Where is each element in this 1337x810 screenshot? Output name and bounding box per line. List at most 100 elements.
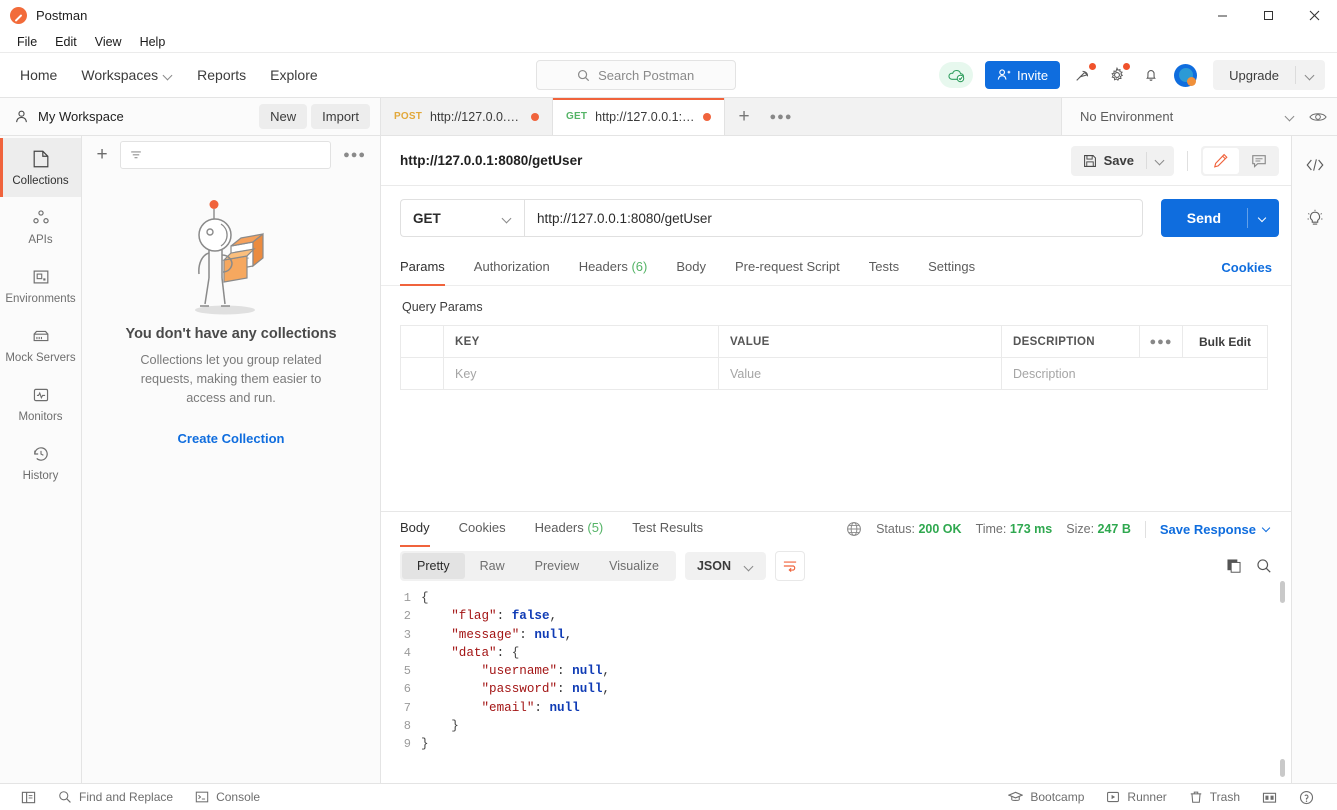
upgrade-chevron-down-icon[interactable] (1296, 60, 1325, 90)
save-response-button[interactable]: Save Response (1160, 522, 1272, 537)
response-tab-body[interactable]: Body (400, 510, 430, 547)
environment-chevron-down-icon[interactable] (1286, 108, 1309, 126)
nav-home[interactable]: Home (8, 61, 69, 89)
save-chevron-down-icon[interactable] (1147, 146, 1174, 176)
close-icon[interactable] (1291, 0, 1337, 31)
query-params-label: Query Params (402, 300, 483, 314)
new-tab-plus-icon[interactable]: + (725, 98, 763, 135)
trash-icon (1189, 790, 1203, 804)
format-preview[interactable]: Preview (520, 553, 594, 579)
tab-options-ellipsis-icon[interactable]: ●●● (763, 98, 799, 135)
menu-view[interactable]: View (86, 33, 131, 51)
language-select[interactable]: JSON (684, 552, 766, 580)
tab-tests[interactable]: Tests (869, 249, 899, 285)
sidebar-item-history[interactable]: History (0, 433, 81, 492)
top-nav: Home Workspaces Reports Explore Search P… (0, 53, 1337, 98)
import-button[interactable]: Import (311, 104, 370, 129)
bulk-edit-button[interactable]: Bulk Edit (1183, 326, 1267, 357)
save-button[interactable]: Save (1071, 146, 1146, 176)
tab-pre-request-script[interactable]: Pre-request Script (735, 249, 840, 285)
select-all-checkbox-cell[interactable] (401, 326, 444, 357)
code-icon[interactable] (1302, 152, 1328, 178)
maximize-icon[interactable] (1245, 0, 1291, 31)
menu-help[interactable]: Help (131, 33, 175, 51)
format-visualize[interactable]: Visualize (594, 553, 674, 579)
layout-icon[interactable] (1251, 791, 1288, 804)
send-chevron-down-icon[interactable] (1248, 199, 1279, 237)
sidebar-item-environments[interactable]: Environments (0, 256, 81, 315)
create-collection-link[interactable]: Create Collection (178, 431, 285, 446)
minimize-icon[interactable] (1199, 0, 1245, 31)
bell-icon[interactable] (1140, 64, 1162, 86)
filter-input[interactable] (120, 141, 332, 169)
send-button[interactable]: Send (1161, 199, 1247, 237)
pencil-icon[interactable] (1203, 147, 1239, 174)
eye-icon[interactable] (1309, 110, 1327, 124)
nav-workspaces[interactable]: Workspaces (69, 61, 185, 89)
cookies-link[interactable]: Cookies (1221, 260, 1272, 275)
menu-edit[interactable]: Edit (46, 33, 86, 51)
runner-button[interactable]: Runner (1095, 790, 1177, 804)
request-tab-get[interactable]: GET http://127.0.0.1:80... (553, 98, 725, 135)
tab-headers[interactable]: Headers (6) (579, 249, 648, 285)
globe-icon[interactable] (846, 521, 862, 537)
format-raw[interactable]: Raw (465, 553, 520, 579)
tab-settings[interactable]: Settings (928, 249, 975, 285)
console-button[interactable]: Console (184, 790, 271, 804)
scrollbar-thumb-top[interactable] (1280, 581, 1285, 603)
response-tab-headers[interactable]: Headers (5) (535, 510, 604, 546)
sidebar-item-collections[interactable]: Collections (0, 138, 81, 197)
response-tools (1226, 558, 1272, 574)
divider (1187, 150, 1188, 171)
description-input[interactable]: Description (1002, 358, 1267, 389)
row-checkbox-cell[interactable] (401, 358, 444, 389)
cloud-sync-icon[interactable] (939, 62, 974, 88)
copy-icon[interactable] (1226, 558, 1242, 574)
time-badge: Time: 173 ms (976, 522, 1053, 536)
sidebar-item-apis[interactable]: APIs (0, 197, 81, 256)
trash-button[interactable]: Trash (1178, 790, 1251, 804)
tab-params[interactable]: Params (400, 249, 445, 286)
gear-icon[interactable] (1106, 63, 1131, 86)
satellite-icon[interactable] (1072, 63, 1097, 86)
help-icon[interactable] (1288, 790, 1325, 805)
nav-reports[interactable]: Reports (185, 61, 258, 89)
avatar[interactable] (1174, 63, 1198, 87)
environment-selector[interactable]: No Environment (1061, 98, 1337, 135)
request-tab-post[interactable]: POST http://127.0.0.1:8... (381, 98, 553, 135)
word-wrap-icon[interactable] (775, 551, 805, 581)
response-tab-test-results[interactable]: Test Results (632, 510, 703, 546)
response-body-viewer[interactable]: 1 2 3 4 5 6 7 8 9 { "flag": false, "mess… (381, 581, 1291, 783)
format-pretty[interactable]: Pretty (402, 553, 465, 579)
json-value: null (549, 700, 580, 715)
workspace-selector[interactable]: My Workspace New Import (0, 98, 381, 135)
tab-authorization[interactable]: Authorization (474, 249, 550, 285)
search-icon[interactable] (1256, 558, 1272, 574)
tab-body[interactable]: Body (676, 249, 706, 285)
comment-icon[interactable] (1241, 148, 1277, 174)
bootcamp-button[interactable]: Bootcamp (997, 790, 1095, 804)
upgrade-button[interactable]: Upgrade (1213, 60, 1295, 90)
menu-file[interactable]: File (8, 33, 46, 51)
search-input[interactable]: Search Postman (535, 60, 736, 90)
add-collection-plus-icon[interactable]: + (92, 144, 112, 166)
sidebar-item-mock-servers[interactable]: Mock Servers (0, 315, 81, 374)
lightbulb-icon[interactable] (1302, 206, 1328, 232)
table-more-ellipsis-icon[interactable]: ●●● (1140, 326, 1183, 357)
method-select[interactable]: GET (400, 199, 524, 237)
sidebar-toggle-icon[interactable] (10, 790, 47, 805)
scrollbar-thumb-bottom[interactable] (1280, 759, 1285, 777)
sidebar-label: APIs (28, 233, 53, 246)
sidebar-more-ellipsis-icon[interactable]: ●●● (339, 149, 370, 161)
new-button[interactable]: New (259, 104, 308, 129)
column-header-description: DESCRIPTION (1002, 326, 1140, 357)
invite-button[interactable]: Invite (985, 61, 1061, 89)
sidebar-item-monitors[interactable]: Monitors (0, 374, 81, 433)
response-tab-cookies[interactable]: Cookies (459, 510, 506, 546)
nav-explore[interactable]: Explore (258, 61, 329, 89)
line-number: 5 (403, 664, 411, 679)
key-input[interactable]: Key (444, 358, 719, 389)
find-and-replace-button[interactable]: Find and Replace (47, 790, 184, 804)
url-input[interactable]: http://127.0.0.1:8080/getUser (524, 199, 1143, 237)
value-input[interactable]: Value (719, 358, 1002, 389)
